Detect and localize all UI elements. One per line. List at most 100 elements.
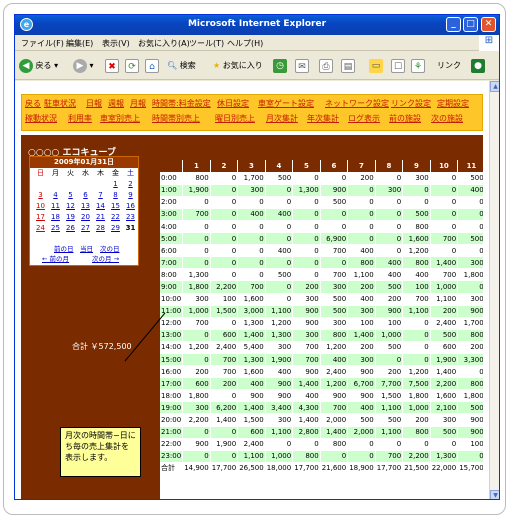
nav-sales-by-hour[interactable]: 時間帯別売上 (152, 113, 200, 124)
calendar-day[interactable]: 26 (63, 223, 78, 234)
hour-cell: 8:00 (160, 268, 184, 282)
today-link[interactable]: 当日 (80, 243, 93, 253)
messenger-icon[interactable]: ☐ (391, 59, 405, 73)
hour-cell: 10:00 (160, 293, 184, 306)
sales-cell: 1,900 (210, 438, 239, 451)
nav-link-settings[interactable]: リンク設定 (391, 98, 431, 109)
nav-log[interactable]: ログ表示 (348, 113, 380, 124)
calendar-day[interactable]: 16 (123, 201, 138, 212)
calendar-day[interactable]: 15 (108, 201, 123, 212)
stop-icon[interactable]: ✖ (105, 59, 119, 73)
hour-cell: 12:00 (160, 317, 184, 330)
menu-favorites[interactable]: お気に入り(A) (138, 38, 190, 49)
calendar-day[interactable]: 29 (108, 223, 123, 234)
nav-sales-by-weekday[interactable]: 曜日別売上 (215, 113, 255, 124)
sales-cell: 0 (237, 268, 266, 282)
links-button[interactable]: リンク (437, 58, 461, 74)
calendar-day[interactable]: 18 (48, 212, 63, 223)
nav-monthly-summary[interactable]: 月次集計 (266, 113, 298, 124)
calendar-day[interactable]: 22 (108, 212, 123, 223)
calendar-day[interactable]: 2 (123, 179, 138, 190)
calendar-day[interactable]: 4 (48, 190, 63, 201)
calendar-day[interactable]: 28 (93, 223, 108, 234)
sales-cell: 0 (375, 172, 404, 185)
calendar-day[interactable]: 5 (63, 190, 78, 201)
nav-next-facility[interactable]: 次の施設 (431, 113, 463, 124)
prev-day-link[interactable]: 前の日 (54, 243, 74, 253)
menu-file[interactable]: ファイル(F) (21, 38, 64, 49)
nav-fee-settings[interactable]: 時間帯:料金設定 (152, 98, 211, 109)
calendar-day[interactable]: 12 (63, 201, 78, 212)
search-button[interactable]: 🔍︎ 検索 (167, 58, 196, 74)
menu-view[interactable]: 表示(V) (102, 38, 130, 49)
calendar-day[interactable]: 3 (33, 190, 48, 201)
calendar-day[interactable]: 27 (78, 223, 93, 234)
go-icon[interactable]: ● (471, 59, 485, 73)
research-icon[interactable]: ⚘ (411, 59, 425, 73)
prev-month-link[interactable]: ← 前の月 (42, 253, 69, 263)
nav-network-settings[interactable]: ネットワーク設定 (325, 98, 389, 109)
nav-holiday-settings[interactable]: 休日設定 (217, 98, 249, 109)
close-button[interactable]: ✕ (481, 17, 496, 32)
calendar-day[interactable]: 21 (93, 212, 108, 223)
calendar-day[interactable]: 23 (123, 212, 138, 223)
calendar-day[interactable]: 31 (123, 223, 138, 234)
calendar-day[interactable]: 8 (108, 190, 123, 201)
sales-cell: 0 (292, 438, 321, 451)
nav-daily[interactable]: 日報 (86, 98, 102, 109)
folder-icon[interactable]: ▭ (369, 59, 383, 73)
refresh-icon[interactable]: ⟳ (125, 59, 139, 73)
nav-operation-status[interactable]: 稼動状況 (25, 113, 57, 124)
nav-sales-by-slot[interactable]: 車室別売上 (100, 113, 140, 124)
back-button[interactable]: ◀ 戻る ▾ (19, 58, 58, 74)
menu-help[interactable]: ヘルプ(H) (227, 38, 263, 49)
nav-back[interactable]: 戻る (25, 98, 41, 109)
nav-prev-facility[interactable]: 前の施設 (389, 113, 421, 124)
sales-cell: 1,400 (347, 329, 376, 342)
nav-gate-settings[interactable]: 車室ゲート設定 (258, 98, 314, 109)
sales-cell: 0 (210, 184, 239, 197)
edit-icon[interactable]: ▤ (341, 59, 355, 73)
scroll-down-icon[interactable]: ▼ (490, 490, 499, 499)
next-month-link[interactable]: 次の月 → (92, 253, 119, 263)
menu-edit[interactable]: 編集(E) (66, 38, 93, 49)
calendar-day[interactable]: 19 (63, 212, 78, 223)
vertical-scrollbar[interactable]: ▲ ▼ (489, 81, 499, 499)
home-icon[interactable]: ⌂ (145, 59, 159, 73)
sales-cell: 600 (237, 426, 266, 439)
nav-monthly[interactable]: 月報 (130, 98, 146, 109)
sales-cell: 0 (292, 220, 321, 234)
nav-pass-settings[interactable]: 定期設定 (437, 98, 469, 109)
scroll-up-icon[interactable]: ▲ (490, 81, 499, 92)
sales-cell: 0 (265, 232, 294, 246)
calendar-day[interactable]: 25 (48, 223, 63, 234)
minimize-button[interactable]: _ (446, 17, 461, 32)
nav-utilization[interactable]: 利用率 (68, 113, 92, 124)
favorites-button[interactable]: ★ お気に入り (213, 58, 263, 74)
next-day-link[interactable]: 次の日 (100, 243, 120, 253)
calendar-day[interactable]: 14 (93, 201, 108, 212)
sales-cell: 300 (320, 280, 349, 294)
mail-icon[interactable]: ✉ (295, 59, 309, 73)
sales-cell: 0 (182, 196, 211, 209)
calendar-day[interactable]: 24 (33, 223, 48, 234)
calendar-day[interactable]: 20 (78, 212, 93, 223)
print-icon[interactable]: ⎙ (319, 59, 333, 73)
calendar-day[interactable]: 9 (123, 190, 138, 201)
calendar-day[interactable]: 1 (108, 179, 123, 190)
history-icon[interactable]: ◷ (273, 59, 287, 73)
sales-cell: 0 (237, 256, 266, 270)
calendar-day[interactable]: 10 (33, 201, 48, 212)
nav-weekly[interactable]: 週報 (108, 98, 124, 109)
menu-tools[interactable]: ツール(T) (189, 38, 224, 49)
calendar-day[interactable]: 17 (33, 212, 48, 223)
calendar-day[interactable]: 13 (78, 201, 93, 212)
nav-parking-status[interactable]: 駐車状況 (44, 98, 76, 109)
calendar-day[interactable]: 6 (78, 190, 93, 201)
calendar-day[interactable]: 7 (93, 190, 108, 201)
maximize-button[interactable]: □ (463, 17, 478, 32)
nav-yearly-summary[interactable]: 年次集計 (307, 113, 339, 124)
forward-button[interactable]: ▶ ▾ (73, 58, 94, 74)
sales-cell: 0 (265, 438, 294, 451)
calendar-day[interactable]: 11 (48, 201, 63, 212)
